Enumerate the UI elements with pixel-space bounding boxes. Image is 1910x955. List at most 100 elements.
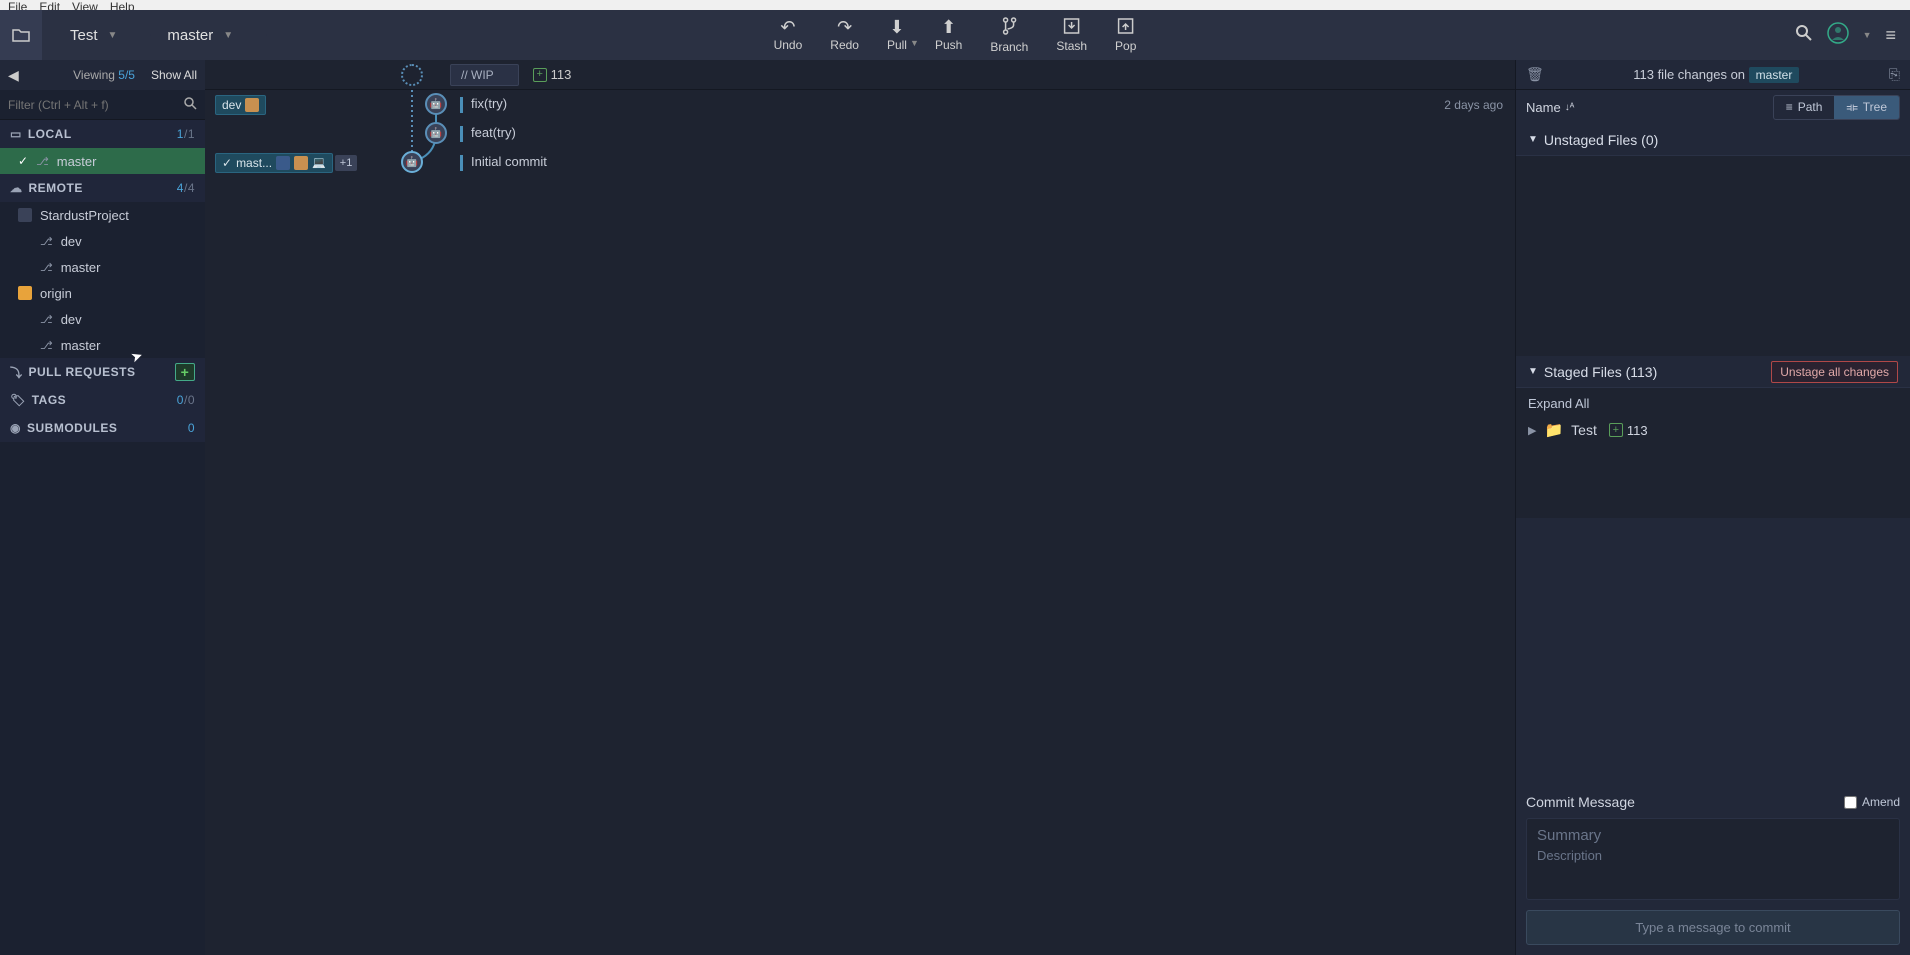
pull-requests-section-header[interactable]: ⤵ PULL REQUESTS + xyxy=(0,358,205,386)
local-title: LOCAL xyxy=(28,127,72,141)
tags-title: TAGS xyxy=(32,393,66,407)
search-icon[interactable] xyxy=(184,97,197,113)
remote-icon xyxy=(18,286,32,300)
wip-row[interactable]: // WIP +113 xyxy=(205,60,1515,90)
plus-icon: + xyxy=(1609,423,1623,437)
chevron-down-icon[interactable]: ▼ xyxy=(1863,30,1872,40)
folder-name: Test xyxy=(1571,422,1597,438)
pull-button[interactable]: ⬇Pull▼ xyxy=(887,18,907,52)
expand-all-button[interactable]: Expand All xyxy=(1528,396,1898,411)
tree-icon: ⟚ xyxy=(1846,100,1857,115)
extra-refs-count[interactable]: +1 xyxy=(335,155,358,171)
pr-icon: ⤵ xyxy=(10,364,23,381)
tags-count: 0/0 xyxy=(177,393,195,407)
remote-title: REMOTE xyxy=(29,181,83,195)
chevron-down-icon[interactable]: ▼ xyxy=(910,38,919,48)
commit-node[interactable]: 🤖 xyxy=(425,93,447,115)
remote-section-header[interactable]: ☁ REMOTE 4/4 xyxy=(0,174,205,202)
back-icon[interactable]: ◀ xyxy=(8,67,19,84)
branch-icon: ⎇ xyxy=(40,339,53,352)
redo-button[interactable]: ↷Redo xyxy=(830,18,859,52)
laptop-icon: 💻 xyxy=(312,156,326,169)
tree-item[interactable]: ▶ 📁 Test +113 xyxy=(1528,421,1898,439)
push-label: Push xyxy=(935,38,962,52)
tree-view-button[interactable]: ⟚Tree xyxy=(1834,96,1899,119)
list-icon: ≡ xyxy=(1786,100,1793,114)
remote-origin[interactable]: origin xyxy=(0,280,205,306)
remote-stardust[interactable]: StardustProject xyxy=(0,202,205,228)
remote-stardust-dev[interactable]: ⎇dev xyxy=(0,228,205,254)
commit-message: feat(try) xyxy=(460,125,516,142)
stage-all-icon[interactable]: ⎘ xyxy=(1889,66,1900,83)
amend-checkbox[interactable]: Amend xyxy=(1844,795,1900,809)
repo-crumb[interactable]: Test ▼ xyxy=(42,10,139,60)
redo-label: Redo xyxy=(830,38,859,52)
branch-icon: ⎇ xyxy=(40,261,53,274)
local-count: 1/1 xyxy=(177,127,195,141)
remote-name: origin xyxy=(40,286,72,301)
commit-message: fix(try) xyxy=(460,96,507,113)
avatar-icon: 🤖 xyxy=(430,128,442,139)
branch-crumb[interactable]: master ▼ xyxy=(139,10,255,60)
undo-icon: ↶ xyxy=(780,18,795,36)
unstage-all-button[interactable]: Unstage all changes xyxy=(1771,361,1898,383)
add-pr-button[interactable]: + xyxy=(175,363,195,381)
cloud-icon: ☁ xyxy=(10,181,23,195)
commit-row[interactable]: 🤖 feat(try) xyxy=(205,119,1515,148)
branch-button[interactable]: Branch xyxy=(990,17,1028,54)
tags-section-header[interactable]: 🏷 TAGS 0/0 xyxy=(0,386,205,414)
remote-stardust-master[interactable]: ⎇master xyxy=(0,254,205,280)
branch-label-dev[interactable]: dev xyxy=(215,95,266,115)
local-section-header[interactable]: ▭ LOCAL 1/1 xyxy=(0,120,205,148)
hamburger-icon[interactable]: ≡ xyxy=(1885,25,1896,46)
staged-title: Staged Files (113) xyxy=(1544,364,1657,380)
push-icon: ⬆ xyxy=(941,18,956,36)
submodule-icon: ◉ xyxy=(10,421,21,435)
push-button[interactable]: ⬆ Push xyxy=(935,18,962,52)
submodules-section-header[interactable]: ◉ SUBMODULES 0 xyxy=(0,414,205,442)
stash-button[interactable]: Stash xyxy=(1056,18,1087,53)
trash-icon[interactable]: 🗑 xyxy=(1526,66,1544,83)
staged-header[interactable]: ▼ Staged Files (113) Unstage all changes xyxy=(1516,356,1910,388)
commit-node[interactable]: 🤖 xyxy=(401,151,423,173)
branch-icon xyxy=(1001,17,1017,38)
commit-node[interactable]: 🤖 xyxy=(425,122,447,144)
avatar-icon xyxy=(276,156,290,170)
branch-name: dev xyxy=(61,312,82,327)
description-input[interactable] xyxy=(1537,848,1889,888)
commit-button[interactable]: Type a message to commit xyxy=(1526,910,1900,945)
commit-row[interactable]: dev 🤖 fix(try) 2 days ago xyxy=(205,90,1515,119)
amend-input[interactable] xyxy=(1844,796,1857,809)
avatar-icon xyxy=(245,98,259,112)
remote-origin-master[interactable]: ⎇master xyxy=(0,332,205,358)
check-icon: ✓ xyxy=(18,154,28,168)
pr-title: PULL REQUESTS xyxy=(29,365,136,379)
stash-icon xyxy=(1064,18,1080,37)
branch-label-master[interactable]: ✓mast...💻 xyxy=(215,153,333,173)
right-panel: 🗑 113 file changes on master ⎘ Name↓ᴬ ≡P… xyxy=(1515,60,1910,955)
sort-by-name[interactable]: Name↓ᴬ xyxy=(1526,100,1574,115)
search-icon[interactable] xyxy=(1795,24,1813,47)
undo-button[interactable]: ↶ Undo xyxy=(774,18,803,52)
branch-name: master xyxy=(167,27,213,44)
filter-input[interactable] xyxy=(8,98,184,112)
undo-label: Undo xyxy=(774,38,803,52)
commit-message: Initial commit xyxy=(460,154,547,171)
commit-row[interactable]: ✓mast...💻 +1 🤖 Initial commit xyxy=(205,148,1515,177)
profile-icon[interactable] xyxy=(1827,22,1849,49)
staged-files-list: Expand All ▶ 📁 Test +113 xyxy=(1516,388,1910,518)
remote-origin-dev[interactable]: ⎇dev xyxy=(0,306,205,332)
repo-name: Test xyxy=(70,27,98,44)
unstaged-header[interactable]: ▼Unstaged Files (0) xyxy=(1516,124,1910,156)
submodules-title: SUBMODULES xyxy=(27,421,117,435)
repo-manager-tab[interactable] xyxy=(0,10,42,60)
local-branch-master[interactable]: ✓ ⎇ master xyxy=(0,148,205,174)
wip-node xyxy=(401,64,423,86)
pop-button[interactable]: Pop xyxy=(1115,18,1136,53)
unstaged-title: Unstaged Files (0) xyxy=(1544,132,1658,148)
topbar: Test ▼ master ▼ ↶ Undo ↷Redo ⬇Pull▼ ⬆ Push… xyxy=(0,10,1910,60)
summary-input[interactable] xyxy=(1537,827,1889,844)
show-all-button[interactable]: Show All xyxy=(151,68,197,82)
path-view-button[interactable]: ≡Path xyxy=(1774,96,1835,119)
pull-label: Pull xyxy=(887,38,907,52)
